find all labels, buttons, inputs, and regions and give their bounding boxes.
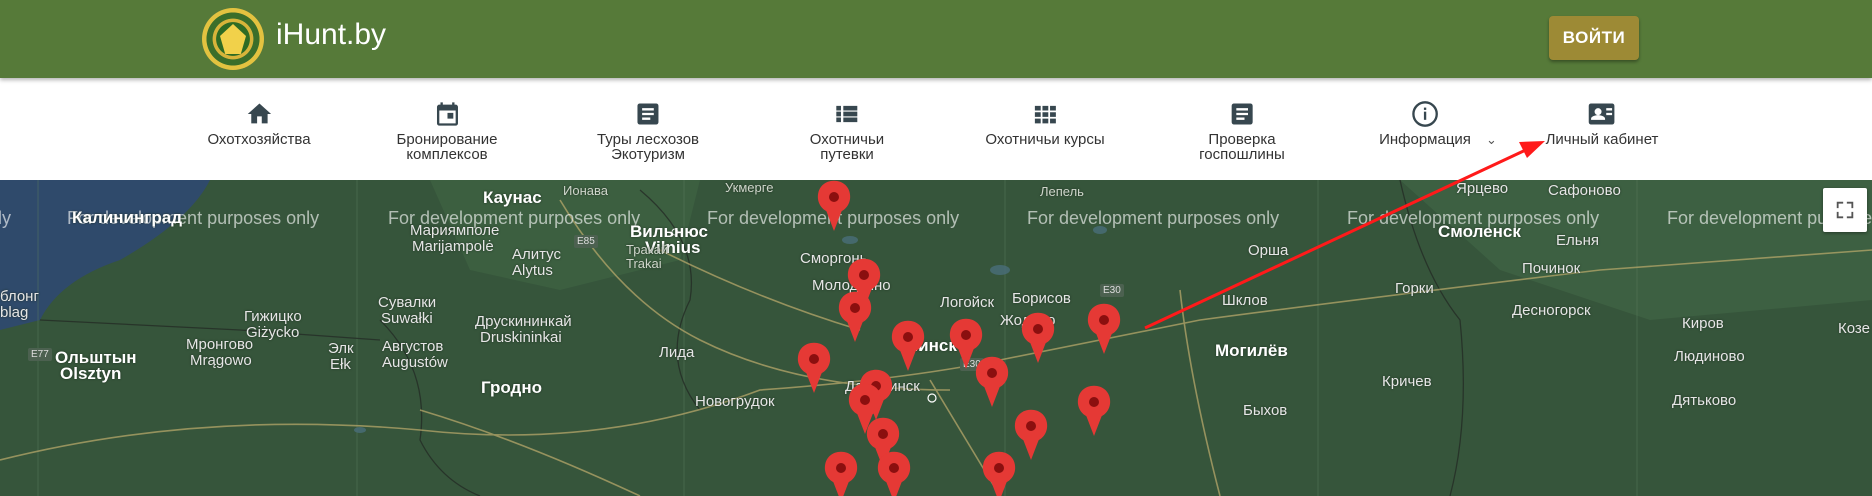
nav-item-fee-check[interactable]: Проверка госпошлины xyxy=(1199,100,1285,162)
road-label: E77 xyxy=(28,348,52,361)
city-label: Жодино xyxy=(1000,312,1056,329)
city-label: Giżycko xyxy=(246,324,300,341)
city-label: Укмерге xyxy=(725,180,774,195)
city-label: Suwałki xyxy=(381,310,433,327)
dev-watermark-partial: ly xyxy=(0,208,11,228)
city-label: Лида xyxy=(659,344,695,361)
city-label: Починок xyxy=(1522,260,1581,277)
nav-item-booking[interactable]: Бронирование комплексов xyxy=(396,100,498,163)
city-label: Шклов xyxy=(1222,292,1268,309)
city-label: Druskininkai xyxy=(480,329,562,346)
city-label: Новогрудок xyxy=(695,393,775,410)
document-icon xyxy=(1231,103,1253,125)
city-label: блонг xyxy=(0,288,39,305)
city-label: Молодечно xyxy=(812,277,891,294)
fullscreen-icon xyxy=(1836,201,1854,219)
city-label: Борисов xyxy=(1012,290,1071,307)
city-label: Сафоново xyxy=(1548,182,1621,199)
info-icon xyxy=(1412,101,1438,127)
document-icon xyxy=(637,103,659,125)
nav-item-cabinet[interactable]: Личный кабинет xyxy=(1545,100,1659,148)
city-label: Лепель xyxy=(1040,184,1084,199)
city-label: Гродно xyxy=(481,378,542,397)
city-label: Быхов xyxy=(1243,402,1288,419)
city-label: Мронгово xyxy=(186,336,254,353)
city-label: Мариямполе xyxy=(410,222,500,239)
nav-item-tours[interactable]: Туры лесхозов Экотуризм xyxy=(597,100,699,162)
city-label: Минск xyxy=(904,336,957,355)
dev-watermark: For development purposes only xyxy=(707,208,960,228)
fullscreen-button[interactable] xyxy=(1823,188,1867,232)
top-header: iHunt.by ВОЙТИ xyxy=(0,0,1872,78)
city-label: Кричев xyxy=(1382,373,1432,390)
city-label: Каунас xyxy=(483,188,542,207)
city-label: Смоленск xyxy=(1438,222,1521,241)
road-label: E30 xyxy=(960,358,984,371)
nav-label-line2: путевки xyxy=(820,146,874,163)
city-label: Дзержинск xyxy=(845,378,920,395)
city-label: Alytus xyxy=(512,262,553,279)
nav-label-line2: Экотуризм xyxy=(611,146,685,163)
chevron-down-icon[interactable]: ⌄ xyxy=(1486,132,1497,148)
nav-label: Охотничьи курсы xyxy=(985,131,1105,148)
city-label: blag xyxy=(0,304,29,321)
nav-label-line2: комплексов xyxy=(406,146,488,163)
city-label: Дятьково xyxy=(1672,392,1737,409)
city-label: Гижицко xyxy=(244,308,302,325)
nav-label: Бронирование xyxy=(396,131,498,148)
city-label: Сувалки xyxy=(378,294,437,311)
city-label: Людиново xyxy=(1674,348,1745,365)
city-label: Ионава xyxy=(563,183,608,198)
site-logo[interactable] xyxy=(202,8,264,70)
road-label: E85 xyxy=(574,235,598,248)
nav-item-hunting-grounds[interactable]: Охотхозяйства xyxy=(207,100,311,148)
city-label: Тракай xyxy=(626,242,669,257)
nav-item-courses[interactable]: Охотничьи курсы xyxy=(985,100,1105,148)
city-label: Калининград xyxy=(72,208,182,227)
map-area[interactable]: ly For development purposes only For dev… xyxy=(0,180,1872,496)
city-label: Горки xyxy=(1395,280,1434,297)
road-label: E30 xyxy=(1100,284,1124,297)
city-label: Могилёв xyxy=(1215,341,1288,360)
calendar-icon xyxy=(436,102,458,126)
nav-label: Проверка xyxy=(1208,131,1276,148)
city-label: Сморгонь xyxy=(800,250,868,267)
dev-watermark: For development purposes only xyxy=(1027,208,1280,228)
city-label: Друскининкай xyxy=(475,313,572,330)
city-label: Козе xyxy=(1838,320,1870,337)
city-label: Алитус xyxy=(512,246,562,263)
city-label: Августов xyxy=(382,338,444,355)
nav-label-line2: госпошлины xyxy=(1199,146,1285,163)
nav-item-info[interactable]: Информация xyxy=(1379,100,1471,147)
city-label: Элк xyxy=(328,340,354,357)
city-label: Olsztyn xyxy=(60,364,122,383)
city-label: Логойск xyxy=(940,294,995,311)
nav-label: Туры лесхозов xyxy=(596,131,700,148)
city-label: Орша xyxy=(1248,242,1289,259)
nav-label: Информация xyxy=(1379,131,1471,148)
main-nav: Охотхозяйства Бронирование комплексов Тур… xyxy=(0,78,1872,180)
city-label: Ярцево xyxy=(1456,180,1509,197)
city-label: Mrągowo xyxy=(190,352,252,369)
city-label: Киров xyxy=(1682,315,1724,332)
nav-label: Охотхозяйства xyxy=(207,131,311,148)
home-icon xyxy=(247,103,271,124)
city-label: Trakai xyxy=(626,256,662,271)
city-label: Ельня xyxy=(1556,232,1599,249)
list-icon xyxy=(836,105,858,123)
city-label: Десногорск xyxy=(1512,302,1591,319)
city-label: Augustów xyxy=(382,354,448,371)
login-button[interactable]: ВОЙТИ xyxy=(1549,16,1639,60)
id-card-icon xyxy=(1589,103,1615,125)
city-label: Ełk xyxy=(330,356,351,373)
nav-item-vouchers[interactable]: Охотничьи путевки xyxy=(810,100,884,162)
brand-name[interactable]: iHunt.by xyxy=(276,18,386,52)
nav-label: Охотничьи xyxy=(809,131,885,148)
grid-icon xyxy=(1034,105,1056,124)
nav-label: Личный кабинет xyxy=(1545,131,1659,148)
city-label: Marijampolė xyxy=(412,238,494,255)
